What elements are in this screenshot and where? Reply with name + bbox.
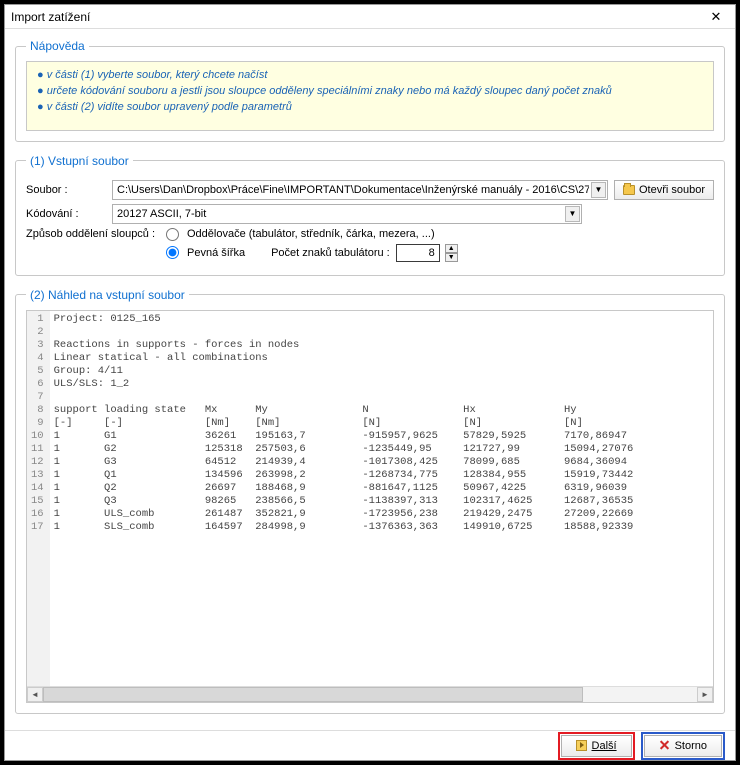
help-line: v části (2) vidíte soubor upravený podle… <box>37 100 703 116</box>
window-title: Import zatížení <box>11 10 703 24</box>
dialog-footer: Další Storno <box>5 730 735 760</box>
separator-delim-label: Oddělovače (tabulátor, středník, čárka, … <box>187 228 435 240</box>
cancel-icon <box>659 740 670 751</box>
scroll-left-icon[interactable]: ◄ <box>27 687 43 702</box>
tab-width-input[interactable] <box>396 244 440 262</box>
spinner-down-icon[interactable]: ▼ <box>445 253 458 262</box>
open-file-label: Otevři soubor <box>639 184 705 196</box>
scroll-thumb[interactable] <box>43 687 583 702</box>
help-box: v části (1) vyberte soubor, který chcete… <box>26 61 714 131</box>
folder-icon <box>623 185 635 195</box>
next-button[interactable]: Další <box>561 735 632 757</box>
separator-label: Způsob oddělení sloupců : <box>26 228 166 240</box>
preview-text[interactable]: Project: 0125_165 Reactions in supports … <box>50 311 713 686</box>
help-line: určete kódování souboru a jestli jsou sl… <box>37 84 703 100</box>
help-line: v části (1) vyberte soubor, který chcete… <box>37 68 703 84</box>
spinner-up-icon[interactable]: ▲ <box>445 244 458 253</box>
input-file-legend: (1) Vstupní soubor <box>26 154 133 168</box>
help-legend: Nápověda <box>26 39 89 53</box>
input-file-fieldset: (1) Vstupní soubor Soubor : ▼ Otevři sou… <box>15 154 725 276</box>
file-dropdown-icon[interactable]: ▼ <box>591 182 606 198</box>
help-fieldset: Nápověda v části (1) vyberte soubor, kte… <box>15 39 725 142</box>
file-label: Soubor : <box>26 184 106 196</box>
file-path-input[interactable] <box>112 180 608 200</box>
line-number-gutter: 1 2 3 4 5 6 7 8 9 10 11 12 13 14 15 16 1… <box>27 311 50 686</box>
next-label: Další <box>592 740 617 752</box>
tab-width-spinner[interactable]: ▲ ▼ <box>445 244 458 262</box>
scroll-track[interactable] <box>43 687 697 702</box>
titlebar: Import zatížení ✕ <box>5 5 735 29</box>
encoding-select[interactable] <box>112 204 582 224</box>
horizontal-scrollbar[interactable]: ◄ ► <box>27 686 713 702</box>
encoding-dropdown-icon[interactable]: ▼ <box>565 206 580 222</box>
close-icon[interactable]: ✕ <box>703 8 729 26</box>
cancel-label: Storno <box>675 740 707 752</box>
preview-pane: 1 2 3 4 5 6 7 8 9 10 11 12 13 14 15 16 1… <box>26 310 714 703</box>
open-file-button[interactable]: Otevři soubor <box>614 180 714 200</box>
scroll-right-icon[interactable]: ► <box>697 687 713 702</box>
next-icon <box>576 740 587 751</box>
import-dialog: Import zatížení ✕ Nápověda v části (1) v… <box>4 4 736 761</box>
encoding-label: Kódování : <box>26 208 106 220</box>
separator-fixed-label: Pevná šířka <box>187 247 245 259</box>
dialog-content: Nápověda v části (1) vyberte soubor, kte… <box>5 29 735 730</box>
tab-width-label: Počet znaků tabulátoru : <box>271 247 390 259</box>
cancel-button[interactable]: Storno <box>644 735 722 757</box>
preview-legend: (2) Náhled na vstupní soubor <box>26 288 189 302</box>
separator-delim-radio[interactable] <box>166 228 179 241</box>
preview-fieldset: (2) Náhled na vstupní soubor 1 2 3 4 5 6… <box>15 288 725 714</box>
separator-fixed-radio[interactable] <box>166 246 179 259</box>
